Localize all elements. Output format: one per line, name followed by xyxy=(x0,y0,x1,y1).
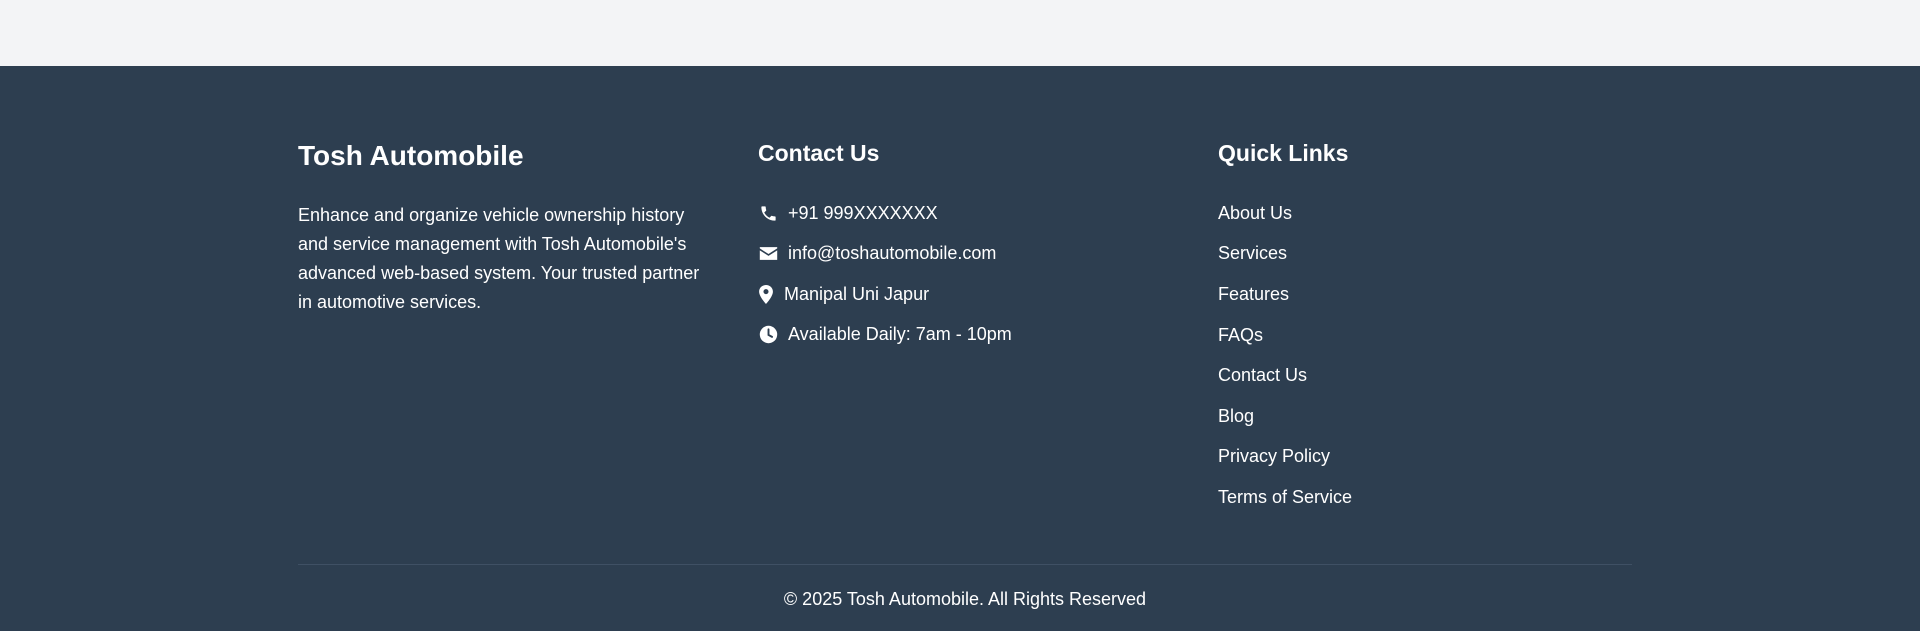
quick-link-services: Services xyxy=(1218,234,1352,275)
quick-link-privacy-policy: Privacy Policy xyxy=(1218,437,1352,478)
link-contact-us[interactable]: Contact Us xyxy=(1218,365,1307,386)
quick-links-list: About Us Services Features FAQs Contact … xyxy=(1218,193,1352,518)
quick-link-blog: Blog xyxy=(1218,396,1352,437)
footer-brand-description: Enhance and organize vehicle ownership h… xyxy=(298,205,700,312)
contact-list: +91 999XXXXXXX info@toshautomobile.com M… xyxy=(758,193,1012,355)
link-about-us[interactable]: About Us xyxy=(1218,203,1292,224)
contact-email-text[interactable]: info@toshautomobile.com xyxy=(788,243,996,264)
footer-divider xyxy=(298,564,1632,565)
contact-hours-text: Available Daily: 7am - 10pm xyxy=(788,324,1012,345)
site-footer: Tosh Automobile Enhance and organize veh… xyxy=(0,66,1920,631)
link-blog[interactable]: Blog xyxy=(1218,406,1254,427)
page-content-area xyxy=(0,0,1920,66)
contact-hours: Available Daily: 7am - 10pm xyxy=(758,315,1012,356)
link-services[interactable]: Services xyxy=(1218,243,1287,264)
envelope-icon xyxy=(758,244,778,264)
phone-icon xyxy=(758,203,778,223)
contact-phone-text[interactable]: +91 999XXXXXXX xyxy=(788,203,938,224)
quick-link-contact-us: Contact Us xyxy=(1218,355,1352,396)
link-terms-of-service[interactable]: Terms of Service xyxy=(1218,487,1352,508)
clock-icon xyxy=(758,325,778,345)
link-features[interactable]: Features xyxy=(1218,284,1289,305)
contact-email: info@toshautomobile.com xyxy=(758,234,1012,275)
contact-phone: +91 999XXXXXXX xyxy=(758,193,1012,234)
quick-link-faqs: FAQs xyxy=(1218,315,1352,356)
copyright-text: © 2025 Tosh Automobile. All Rights Reser… xyxy=(783,589,1147,609)
link-faqs[interactable]: FAQs xyxy=(1218,325,1263,346)
quick-link-features: Features xyxy=(1218,274,1352,315)
link-privacy-policy[interactable]: Privacy Policy xyxy=(1218,446,1330,467)
quick-link-terms-of-service: Terms of Service xyxy=(1218,477,1352,518)
contact-location-text: Manipal Uni Japur xyxy=(784,283,930,304)
map-pin-icon xyxy=(758,284,774,304)
quick-link-about-us: About Us xyxy=(1218,193,1352,234)
footer-brand-title: Tosh Automobile xyxy=(298,140,524,171)
contact-location: Manipal Uni Japur xyxy=(758,274,1012,315)
quick-links-heading: Quick Links xyxy=(1218,140,1349,166)
contact-heading: Contact Us xyxy=(758,140,880,166)
